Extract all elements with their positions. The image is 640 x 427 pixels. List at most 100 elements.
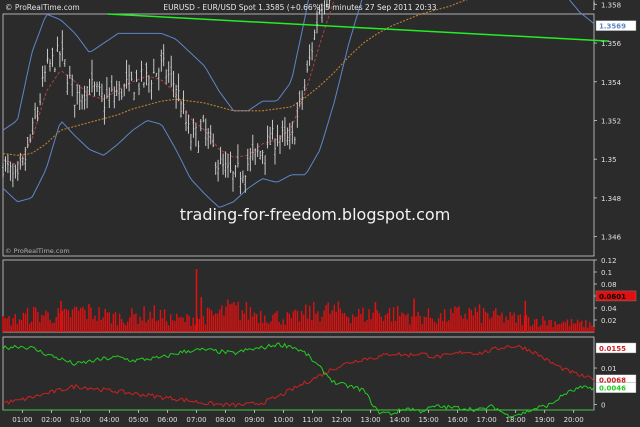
volume-bar <box>255 314 258 332</box>
time-axis-label: 11:00 <box>302 416 322 424</box>
price-axis-tick-label: 1.354 <box>601 79 622 87</box>
volume-bar <box>474 307 477 332</box>
volume-bar <box>333 304 335 332</box>
volume-bar <box>47 312 49 332</box>
volume-bar <box>33 306 35 332</box>
volume-bar <box>71 309 74 332</box>
volume-bar <box>178 317 180 332</box>
volume-bar <box>382 320 385 332</box>
volume-bar <box>532 324 534 332</box>
volume-bar <box>172 320 174 332</box>
volume-bar <box>554 321 556 332</box>
volume-bar <box>431 318 434 332</box>
volume-bar <box>51 323 53 332</box>
footer-brand: © ProRealTime.com <box>5 247 70 255</box>
volume-bar <box>305 304 307 332</box>
time-axis-label: 01:00 <box>12 416 32 424</box>
volume-bar <box>26 307 29 332</box>
price-label-text: 1.3569 <box>599 23 626 31</box>
volume-bar <box>188 315 190 332</box>
volume-bar <box>378 313 380 332</box>
volume-bar <box>302 314 305 332</box>
volume-bar <box>274 312 276 332</box>
volume-bar <box>225 306 227 332</box>
volume-bar <box>321 316 323 332</box>
volume-bar <box>241 310 243 332</box>
chart-window: 01:00 02:00 03:00 04:00 05:00 06:00 07:00 08:00… <box>0 0 640 427</box>
volume-bar <box>192 317 194 332</box>
price-label-text: 0.0046 <box>599 385 626 393</box>
volume-bar <box>170 314 172 332</box>
volume-bar <box>284 324 286 332</box>
volume-bar <box>511 315 513 332</box>
volume-bar <box>546 325 548 332</box>
volume-bar <box>552 327 554 332</box>
volume-bar <box>184 322 186 332</box>
volume-bar <box>106 312 108 332</box>
volume-bar <box>448 320 450 332</box>
price-axis: 1.3461.3481.351.3521.3541.3561.3581.361.… <box>594 1 637 410</box>
volume-bar <box>325 305 327 332</box>
volume-bar <box>579 322 581 332</box>
volume-bar <box>403 313 405 332</box>
volume-bar <box>484 311 487 332</box>
volume-bar <box>135 313 137 332</box>
volume-bar <box>235 305 237 332</box>
volume-bar <box>352 314 354 332</box>
volume-bar <box>358 308 360 332</box>
volume-bar <box>376 309 378 332</box>
volume-bar <box>576 319 579 332</box>
volume-bar <box>589 322 591 332</box>
volume-bar <box>245 301 248 332</box>
price-axis-tick-label: 1.358 <box>601 1 621 9</box>
volume-bar <box>380 316 382 332</box>
volume-bar <box>407 313 409 332</box>
volume-bar <box>282 319 284 332</box>
volume-bar <box>544 320 546 332</box>
volume-bar <box>208 308 211 332</box>
volume-bar <box>227 299 229 332</box>
volume-bar <box>341 313 344 332</box>
volume-bar <box>96 320 98 332</box>
volume-bar <box>591 325 593 332</box>
volume-bar <box>327 302 329 332</box>
volume-bar <box>153 305 155 332</box>
volume-bar <box>131 308 133 332</box>
volume-bar <box>335 311 337 332</box>
volume-bar <box>12 318 14 332</box>
volume-bar <box>423 316 425 332</box>
volume-bar <box>14 314 16 332</box>
price-label-text: 0.0601 <box>599 293 626 301</box>
volume-bar <box>454 306 456 332</box>
volume-bar <box>482 307 485 332</box>
volume-bar <box>466 319 468 332</box>
volume-bar <box>364 322 366 332</box>
volume-bar <box>30 321 33 332</box>
volume-bar <box>550 319 552 332</box>
time-axis-label: 09:00 <box>244 416 264 424</box>
volume-bar <box>309 305 311 332</box>
watermark: trading-for-freedom.blogspot.com <box>180 205 451 224</box>
volume-bar <box>202 316 205 332</box>
volume-bar <box>98 307 100 332</box>
time-axis-label: 05:00 <box>128 416 148 424</box>
volume-bar <box>116 325 119 332</box>
volume-axis-tick-label: 0.04 <box>601 305 617 313</box>
volume-bar <box>260 310 262 332</box>
volume-bar <box>63 308 65 332</box>
oscillator-axis-tick-label: 0 <box>601 402 605 410</box>
volume-bar <box>392 307 395 332</box>
volume-bar <box>78 310 80 332</box>
volume-bar <box>427 308 430 332</box>
volume-bar <box>421 324 423 332</box>
volume-bar <box>311 320 313 332</box>
volume-bar <box>435 323 438 332</box>
volume-bar <box>18 319 21 332</box>
price-axis-tick-label: 1.35 <box>601 156 617 164</box>
volume-bar <box>468 308 470 332</box>
volume-bar <box>43 315 45 332</box>
volume-bar <box>450 308 452 332</box>
volume-bar <box>157 320 160 332</box>
volume-bar <box>123 322 125 332</box>
volume-bar <box>127 321 129 332</box>
